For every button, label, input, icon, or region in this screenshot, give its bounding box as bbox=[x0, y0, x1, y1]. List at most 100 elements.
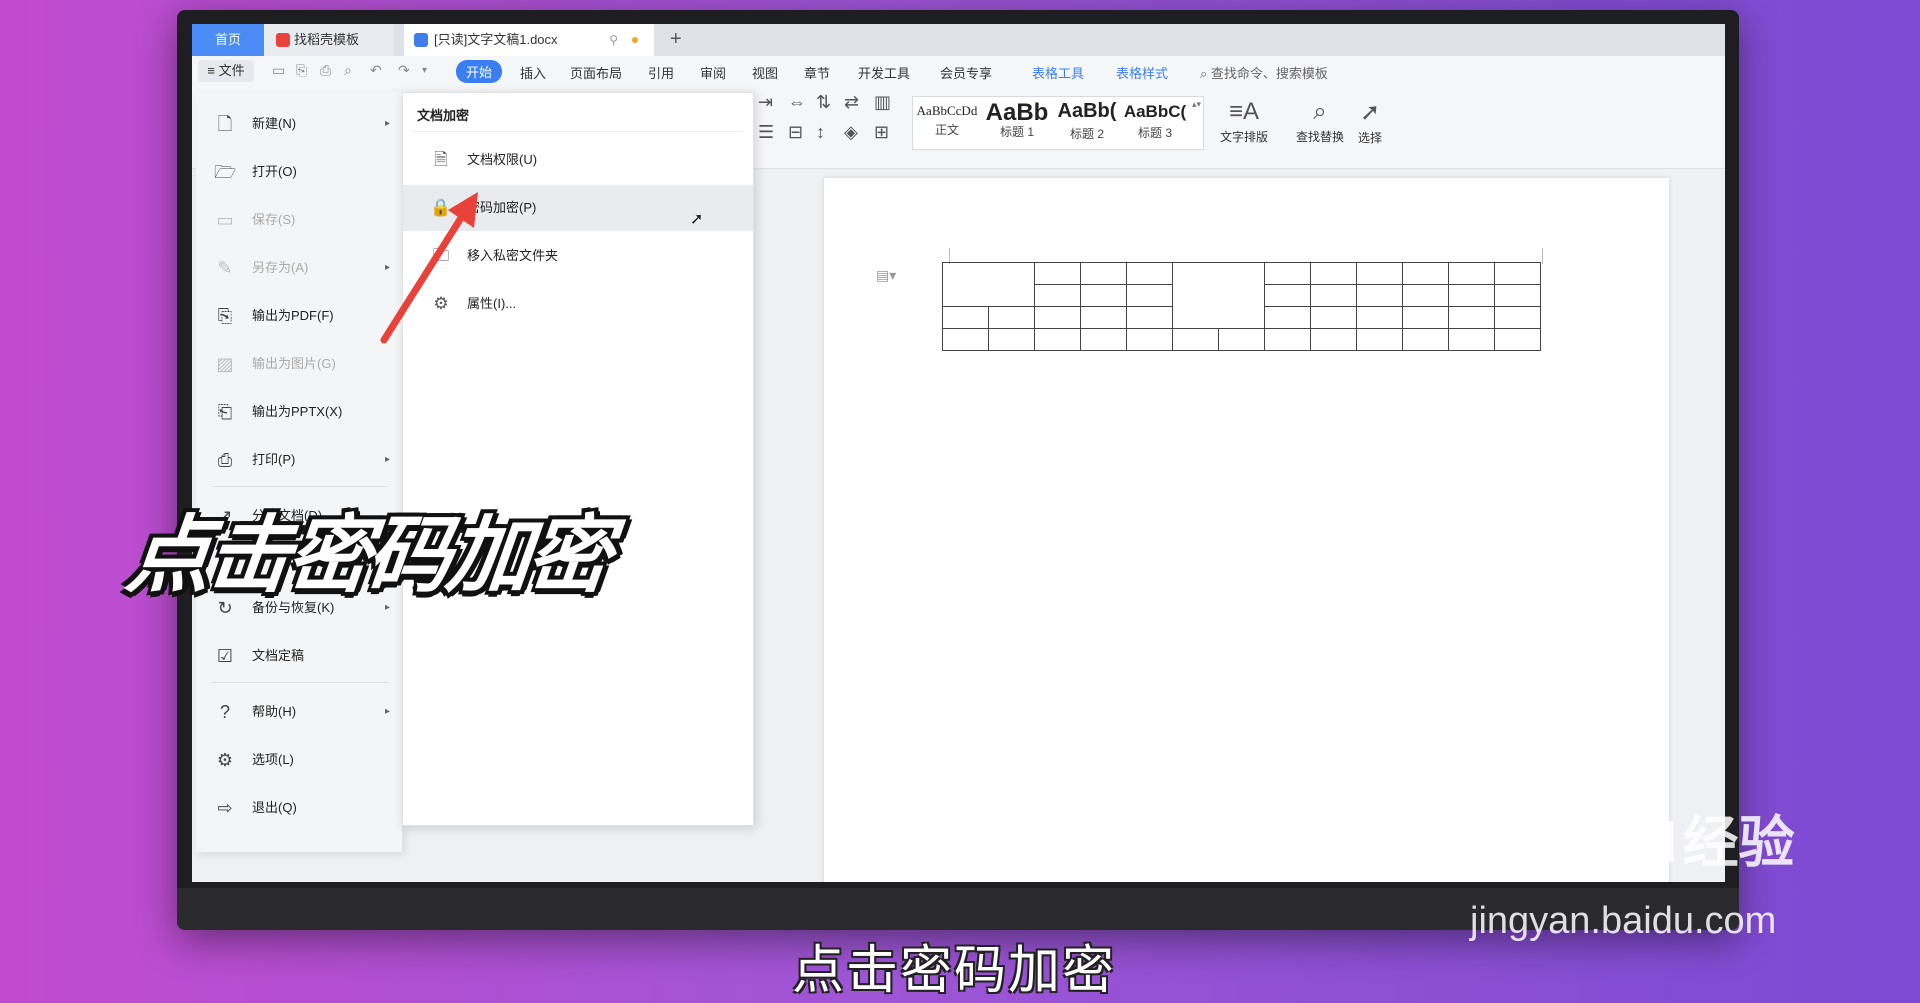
tab-start[interactable]: 开始 bbox=[456, 60, 503, 83]
file-menu-print[interactable]: ⎙ 打印(P) ▸ bbox=[196, 440, 402, 480]
table-cell[interactable] bbox=[1494, 328, 1541, 351]
file-menu-help[interactable]: ? 帮助(H) ▸ bbox=[196, 692, 402, 732]
tab-references[interactable]: 引用 bbox=[648, 63, 674, 82]
document-table[interactable] bbox=[942, 262, 1541, 351]
style-normal[interactable]: AaBbCcDd 正文 bbox=[913, 97, 981, 149]
redo-icon[interactable]: ↷ bbox=[398, 62, 410, 79]
file-menu-export-pptx[interactable]: ⎗ 输出为PPTX(X) bbox=[196, 392, 402, 432]
tab-developer[interactable]: 开发工具 bbox=[858, 63, 910, 82]
table-cell[interactable] bbox=[1310, 284, 1357, 307]
table-cell[interactable] bbox=[1034, 284, 1081, 307]
tab-table-tools[interactable]: 表格工具 bbox=[1032, 63, 1084, 82]
table-cell[interactable] bbox=[1356, 328, 1403, 351]
table-cell[interactable] bbox=[1126, 262, 1173, 285]
table-cell[interactable] bbox=[1172, 262, 1265, 329]
preview-quick-icon[interactable]: ⌕ bbox=[344, 62, 352, 79]
align-icon[interactable]: ☰ bbox=[758, 122, 774, 143]
table-cell[interactable] bbox=[1034, 306, 1081, 329]
table-cell[interactable] bbox=[1356, 262, 1403, 285]
tab-table-style[interactable]: 表格样式 bbox=[1116, 63, 1168, 82]
table-cell[interactable] bbox=[1402, 262, 1449, 285]
shading-icon[interactable]: ◈ bbox=[844, 122, 858, 143]
file-menu-button[interactable]: ≡ 文件 bbox=[198, 60, 254, 82]
command-search-placeholder: 查找命令、搜索模板 bbox=[1210, 66, 1328, 81]
tab-document[interactable]: [只读]文字文稿1.docx ⚲ bbox=[404, 24, 654, 56]
table-cell[interactable] bbox=[1264, 284, 1311, 307]
file-menu-exit[interactable]: ⇨ 退出(Q) bbox=[196, 788, 402, 828]
table-cell[interactable] bbox=[988, 328, 1035, 351]
tabs-ruler-icon[interactable]: ▥ bbox=[874, 92, 891, 113]
tab-view[interactable]: 视图 bbox=[752, 63, 778, 82]
distribute-icon[interactable]: ⊟ bbox=[788, 122, 803, 143]
new-tab-button[interactable]: + bbox=[670, 24, 682, 56]
table-cell[interactable] bbox=[1402, 328, 1449, 351]
submenu-doc-permission[interactable]: 🗎 文档权限(U) bbox=[403, 137, 753, 183]
table-cell[interactable] bbox=[942, 306, 989, 329]
quick-more-icon[interactable]: ▾ bbox=[422, 65, 427, 76]
table-cell[interactable] bbox=[1264, 262, 1311, 285]
table-cell[interactable] bbox=[1448, 328, 1495, 351]
file-menu-options[interactable]: ⚙ 选项(L) bbox=[196, 740, 402, 780]
line-spacing-icon[interactable]: ↕ bbox=[816, 122, 825, 143]
document-page[interactable]: ▤▾ bbox=[824, 178, 1669, 882]
save-quick-icon[interactable]: ▭ bbox=[272, 62, 285, 79]
undo-icon[interactable]: ↶ bbox=[370, 62, 382, 79]
table-cell[interactable] bbox=[1264, 328, 1311, 351]
table-cell[interactable] bbox=[1310, 262, 1357, 285]
table-cell[interactable] bbox=[1448, 284, 1495, 307]
sort-icon[interactable]: ⇅ bbox=[816, 92, 831, 113]
style-heading-2[interactable]: AaBb( 标题 2 bbox=[1053, 97, 1121, 149]
table-cell[interactable] bbox=[1264, 306, 1311, 329]
tab-insert[interactable]: 插入 bbox=[520, 63, 546, 82]
file-menu-new[interactable]: 🗋 新建(N) ▸ bbox=[196, 104, 402, 144]
table-cell[interactable] bbox=[1494, 284, 1541, 307]
table-cell[interactable] bbox=[1356, 284, 1403, 307]
direction-icon[interactable]: ⇄ bbox=[844, 92, 859, 113]
tab-chapter[interactable]: 章节 bbox=[804, 63, 830, 82]
table-cell[interactable] bbox=[1494, 306, 1541, 329]
table-cell[interactable] bbox=[1080, 262, 1127, 285]
pin-icon[interactable]: ⚲ bbox=[609, 24, 618, 56]
tab-page-layout[interactable]: 页面布局 bbox=[570, 63, 622, 82]
style-gallery-more-icon[interactable]: ▴▾ bbox=[1192, 99, 1201, 110]
tab-home[interactable]: 首页 bbox=[192, 24, 264, 56]
paragraph-handle-icon[interactable]: ▤▾ bbox=[876, 267, 896, 284]
style-heading-3[interactable]: AaBbC( 标题 3 bbox=[1121, 97, 1189, 149]
style-heading-1[interactable]: AaBb 标题 1 bbox=[983, 97, 1051, 149]
indent-icon[interactable]: ⇥ bbox=[758, 92, 773, 113]
table-cell[interactable] bbox=[988, 306, 1035, 329]
command-search[interactable]: ⌕ 查找命令、搜索模板 bbox=[1200, 63, 1328, 82]
tab-member[interactable]: 会员专享 bbox=[940, 63, 992, 82]
table-cell[interactable] bbox=[1126, 306, 1173, 329]
tab-template[interactable]: 找稻壳模板 bbox=[264, 24, 394, 56]
table-cell[interactable] bbox=[1402, 306, 1449, 329]
export-quick-icon[interactable]: ⎘ bbox=[296, 62, 307, 79]
table-cell[interactable] bbox=[1310, 328, 1357, 351]
table-cell[interactable] bbox=[1080, 328, 1127, 351]
table-cell[interactable] bbox=[1356, 306, 1403, 329]
table-cell[interactable] bbox=[1448, 262, 1495, 285]
select-button[interactable]: ➚ 选择 bbox=[1358, 98, 1382, 146]
table-cell[interactable] bbox=[1080, 306, 1127, 329]
file-menu-export-image[interactable]: ▨ 输出为图片(G) bbox=[196, 344, 402, 384]
table-cell[interactable] bbox=[942, 262, 1035, 307]
table-cell[interactable] bbox=[1080, 284, 1127, 307]
table-cell[interactable] bbox=[1172, 328, 1219, 351]
table-cell[interactable] bbox=[1034, 328, 1081, 351]
text-layout-button[interactable]: ≡A 文字排版 bbox=[1220, 98, 1268, 145]
table-cell[interactable] bbox=[1310, 306, 1357, 329]
table-cell[interactable] bbox=[1494, 262, 1541, 285]
table-cell[interactable] bbox=[1402, 284, 1449, 307]
table-cell[interactable] bbox=[1034, 262, 1081, 285]
table-cell[interactable] bbox=[1448, 306, 1495, 329]
file-menu-finalize[interactable]: ☑ 文档定稿 bbox=[196, 636, 402, 676]
table-cell[interactable] bbox=[1126, 328, 1173, 351]
print-quick-icon[interactable]: ⎙ bbox=[320, 62, 331, 79]
find-replace-button[interactable]: ⌕ 查找替换 bbox=[1296, 98, 1344, 145]
tab-review[interactable]: 审阅 bbox=[700, 63, 726, 82]
borders-icon[interactable]: ⊞ bbox=[874, 122, 889, 143]
table-cell[interactable] bbox=[1126, 284, 1173, 307]
table-cell[interactable] bbox=[942, 328, 989, 351]
table-cell[interactable] bbox=[1218, 328, 1265, 351]
char-scale-icon[interactable]: ⇔ bbox=[788, 92, 806, 113]
